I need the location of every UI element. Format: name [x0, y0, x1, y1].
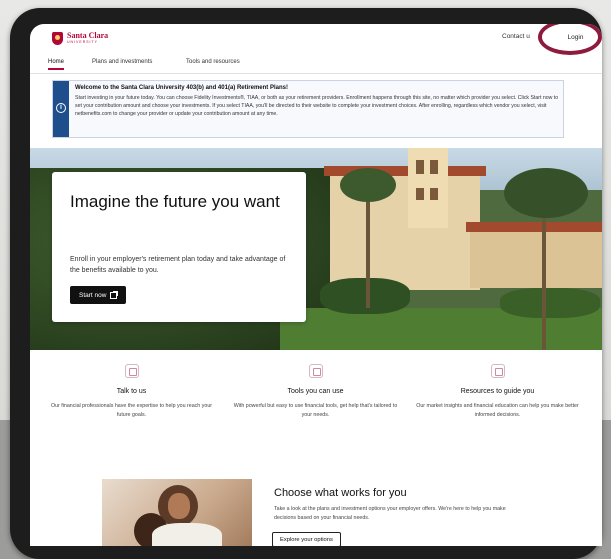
- choose-title: Choose what works for you: [274, 487, 407, 499]
- chat-icon: [124, 364, 139, 378]
- hero-tower: [408, 148, 448, 228]
- banner-title: Welcome to the Santa Clara University 40…: [75, 85, 288, 91]
- banner-text: Start investing in your future today. Yo…: [75, 95, 559, 118]
- feature-tools: Tools you can use With powerful but easy…: [228, 364, 403, 420]
- explore-options-button[interactable]: Explore your options: [272, 532, 341, 546]
- feature-talk-to-us: Talk to us Our financial professionals h…: [44, 364, 219, 420]
- tower-window: [416, 160, 424, 174]
- feature-text: With powerful but easy to use financial …: [233, 403, 398, 418]
- feature-title[interactable]: Tools you can use: [228, 388, 403, 395]
- logo-name: Santa Clara: [67, 31, 109, 41]
- feature-text: Our market insights and financial educat…: [416, 403, 579, 418]
- external-link-icon: [110, 290, 119, 299]
- welcome-banner: i Welcome to the Santa Clara University …: [52, 80, 564, 138]
- hero-wing-roof: [466, 222, 602, 232]
- seal-icon: [52, 32, 63, 45]
- start-now-label: Start now: [79, 291, 107, 299]
- feature-resources: Resources to guide you Our market insigh…: [410, 364, 585, 420]
- family-photo: [102, 479, 252, 546]
- contact-us-link[interactable]: Contact u: [502, 33, 530, 40]
- choose-text: Take a look at the plans and investment …: [274, 506, 506, 521]
- feature-title[interactable]: Talk to us: [44, 388, 219, 395]
- tower-window: [416, 188, 424, 200]
- palm-crown: [340, 168, 396, 202]
- hero-text: Enroll in your employer's retirement pla…: [70, 256, 286, 274]
- hero-title: Imagine the future you want: [70, 192, 280, 211]
- logo-subtitle: UNIVERSITY: [67, 40, 99, 45]
- tower-window: [430, 160, 438, 174]
- university-logo[interactable]: Santa Clara UNIVERSITY: [52, 32, 108, 45]
- nav-tabs: Home Plans and investments Tools and res…: [30, 58, 602, 74]
- start-now-button[interactable]: Start now: [70, 286, 127, 304]
- feature-title[interactable]: Resources to guide you: [410, 388, 585, 395]
- info-icon: i: [56, 103, 66, 113]
- hero-shrub: [500, 288, 600, 318]
- site-header: Santa Clara UNIVERSITY Contact u Login: [30, 24, 602, 58]
- feature-text: Our financial professionals have the exp…: [50, 403, 213, 418]
- photo-person-face: [168, 493, 190, 519]
- hero-section: Imagine the future you want Enroll in yo…: [30, 148, 602, 350]
- palm-crown: [504, 168, 588, 218]
- resources-icon: [490, 364, 505, 378]
- hero-shrub: [320, 278, 410, 314]
- banner-accent: i: [53, 81, 69, 137]
- tower-window: [430, 188, 438, 200]
- tools-icon: [308, 364, 323, 378]
- logo-text: Santa Clara UNIVERSITY: [67, 32, 108, 45]
- palm-trunk: [366, 188, 370, 308]
- login-button[interactable]: Login: [557, 30, 594, 44]
- hero-card: Imagine the future you want Enroll in yo…: [52, 172, 306, 322]
- tab-tools-and-resources[interactable]: Tools and resources: [186, 59, 240, 68]
- palm-trunk: [542, 208, 546, 350]
- tab-home[interactable]: Home: [48, 59, 65, 70]
- photo-shirt: [152, 523, 222, 546]
- tab-plans-and-investments[interactable]: Plans and investments: [92, 59, 152, 68]
- hero-wing: [470, 228, 602, 288]
- web-page: Santa Clara UNIVERSITY Contact u Login H…: [30, 24, 602, 546]
